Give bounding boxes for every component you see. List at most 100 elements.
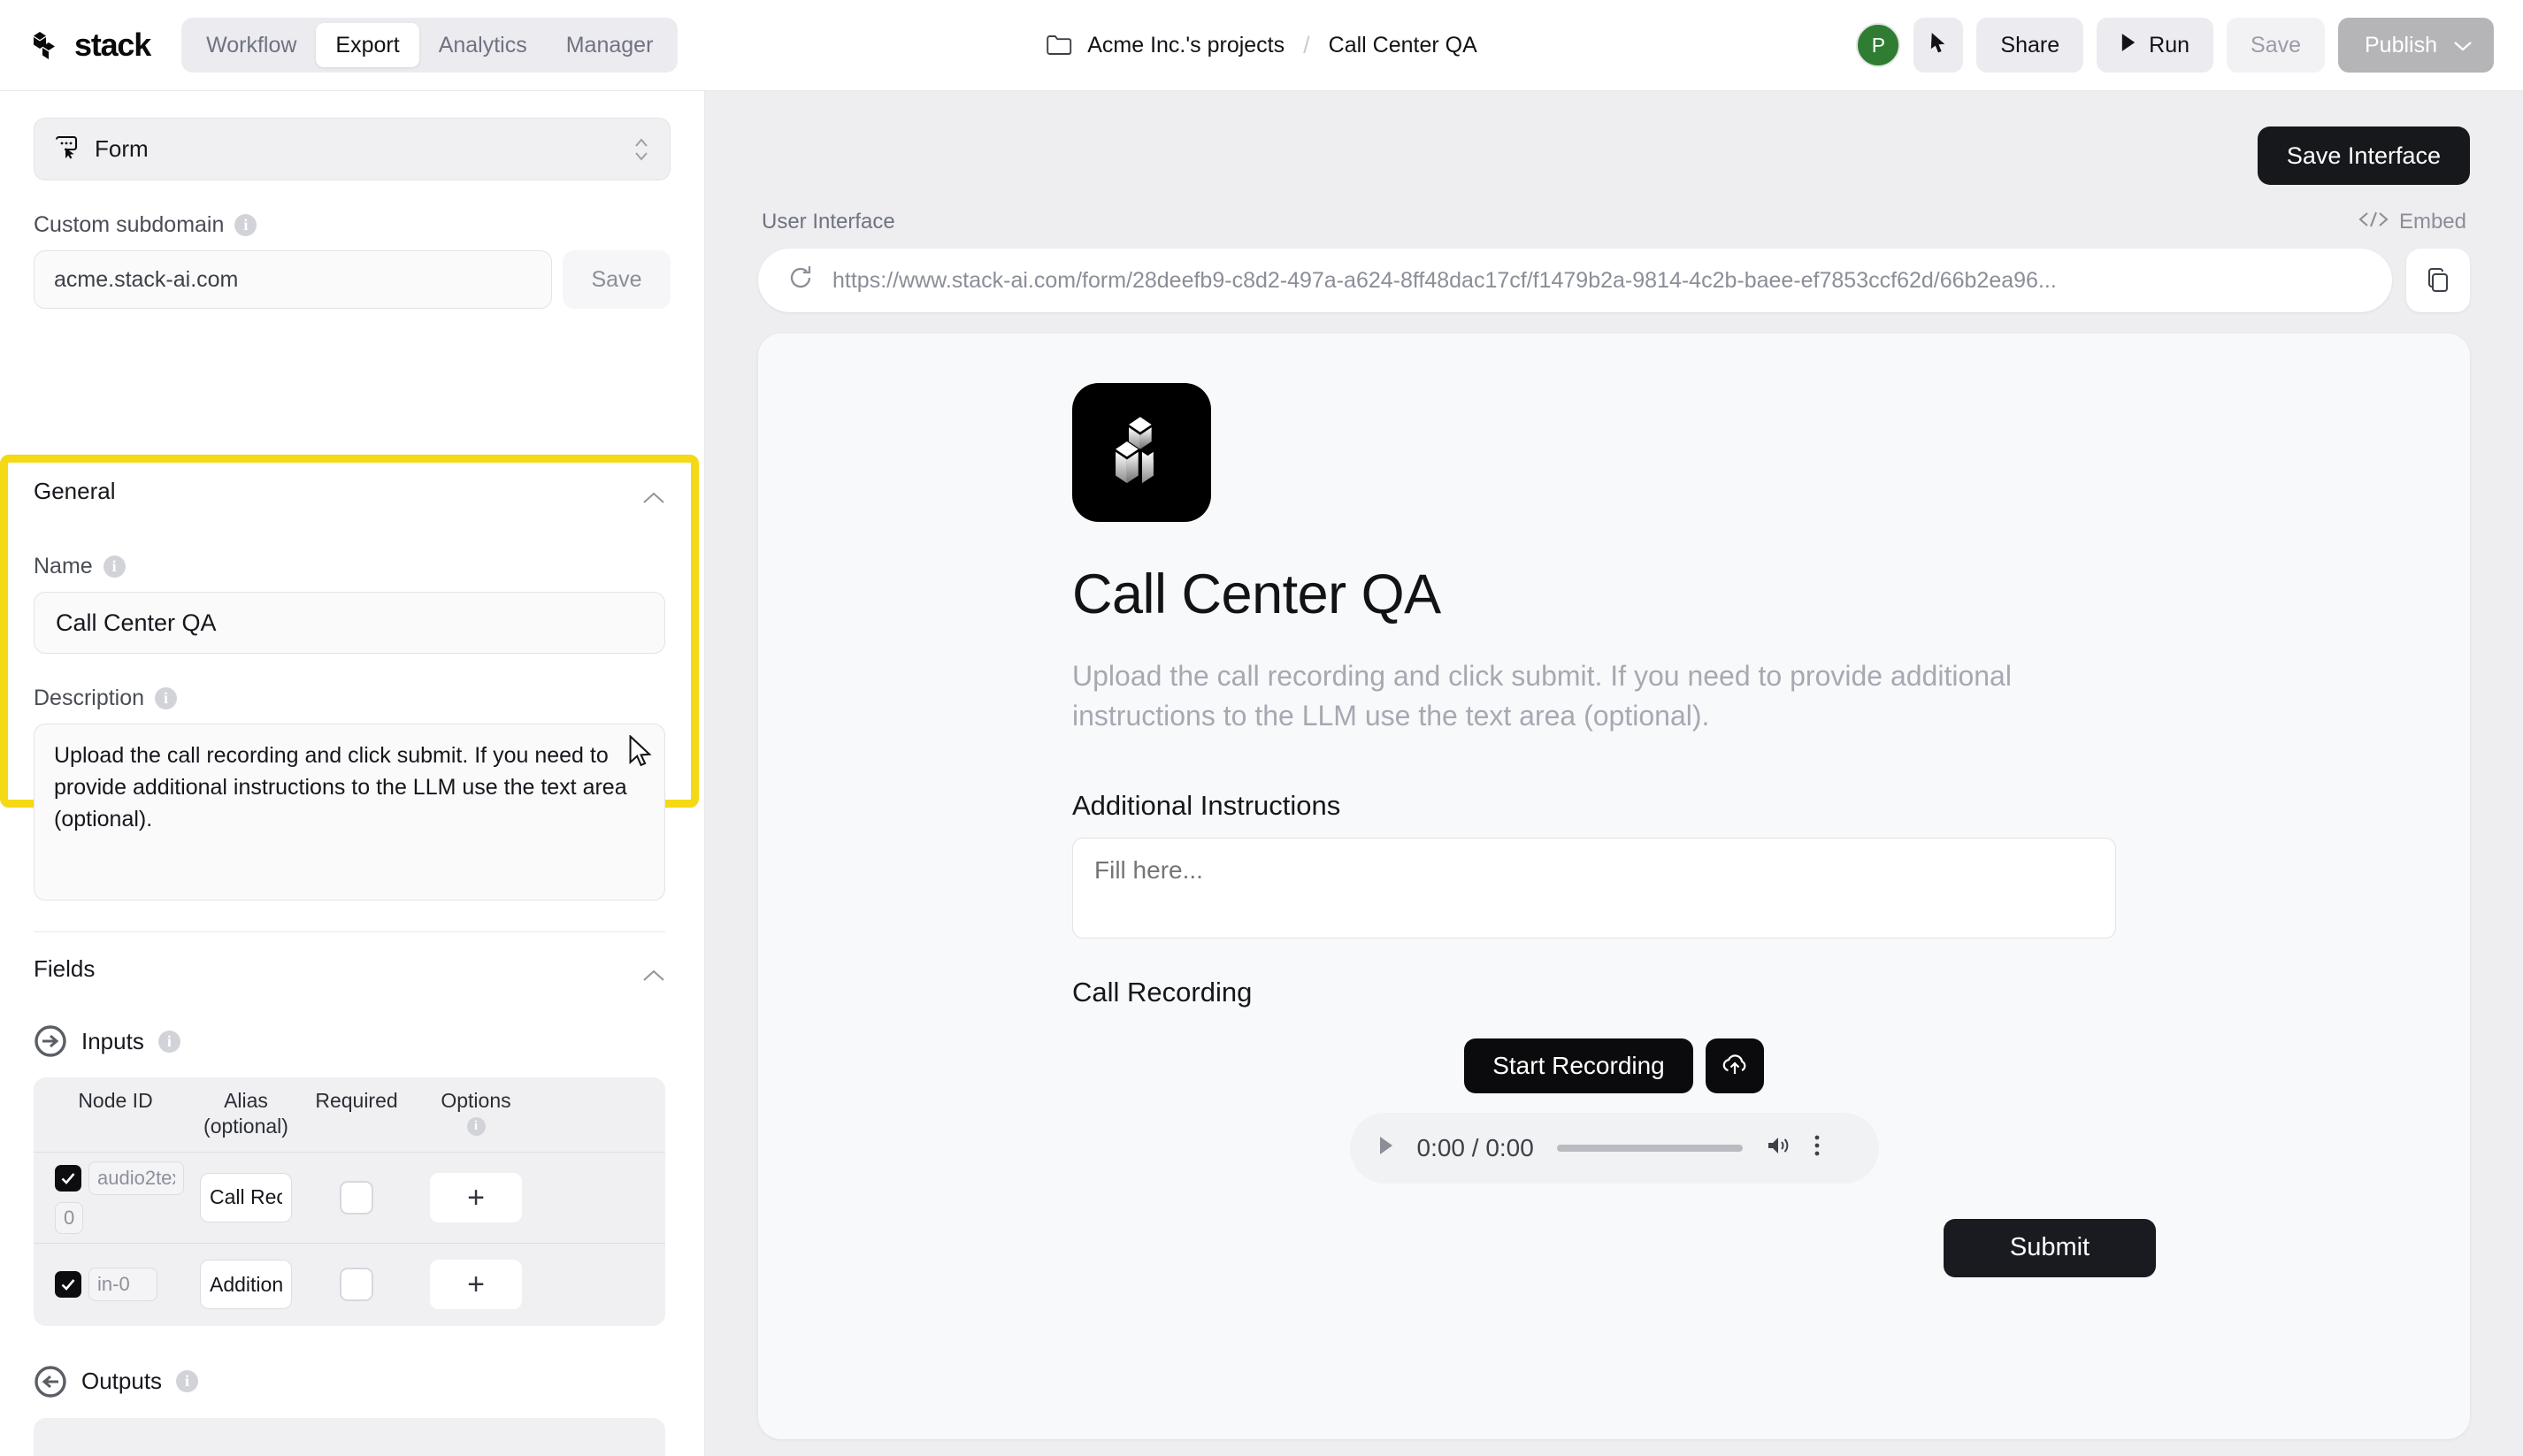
column-alias-sub: (optional) [203,1114,288,1138]
outputs-table-stub [34,1417,665,1456]
info-icon[interactable]: i [466,1116,486,1136]
share-button[interactable]: Share [1976,18,2084,73]
more-options-icon[interactable] [1814,1134,1821,1161]
refresh-icon[interactable] [788,265,813,296]
info-icon[interactable]: i [234,214,257,236]
additional-instructions-label: Additional Instructions [1072,789,1341,821]
form-description: Upload the call recording and click subm… [1072,660,2012,732]
column-alias-main: Alias [224,1089,268,1112]
description-textarea[interactable] [34,724,665,900]
save-interface-button[interactable]: Save Interface [2257,126,2470,185]
sidebar: Form Custom subdomain i Save [0,91,705,1456]
description-label-row: Description i [34,686,665,711]
call-recording-label: Call Recording [1072,976,1253,1008]
outputs-arrow-icon [34,1365,67,1399]
chevron-updown-icon [633,134,650,165]
subdomain-save-button[interactable]: Save [563,250,671,309]
inputs-table: Node ID Alias (optional) Required Option… [34,1077,665,1326]
audio-progress-track[interactable] [1556,1144,1743,1152]
outputs-group-header: Outputs i [34,1365,665,1399]
row-node-cell: 0 [34,1161,197,1234]
inputs-table-header: Node ID Alias (optional) Required Option… [34,1077,665,1152]
user-interface-row: User Interface Embed [758,210,2470,234]
nav-workflow[interactable]: Workflow [187,23,316,67]
general-section-header[interactable]: General [34,460,665,522]
fields-section-header[interactable]: Fields [34,938,665,1000]
row-alias-input[interactable] [200,1172,292,1222]
row-add-option-button[interactable]: + [430,1260,522,1309]
row-node-id-input[interactable] [88,1268,157,1301]
breadcrumb-project[interactable]: Acme Inc.'s projects [1087,33,1285,58]
row-required-cell [295,1268,418,1301]
avatar[interactable]: P [1856,23,1901,67]
chevron-up-icon [642,962,665,981]
inputs-label: Inputs [81,1027,144,1054]
nav-export[interactable]: Export [316,23,419,67]
row-node-id-input[interactable] [88,1161,184,1195]
form-preview-inner: Call Center QA Upload the call recording… [758,383,2470,1277]
submit-button[interactable]: Submit [1944,1218,2156,1277]
name-input[interactable] [34,592,665,654]
cursor-mode-button[interactable] [1913,18,1964,73]
upload-audio-button[interactable] [1705,1038,1764,1093]
row-enabled-checkbox[interactable] [55,1164,81,1192]
row-required-cell [295,1180,418,1215]
breadcrumb: Acme Inc.'s projects / Call Center QA [1046,32,1477,59]
start-recording-button[interactable]: Start Recording [1464,1038,1693,1093]
publish-label: Publish [2365,32,2437,57]
row-required-checkbox[interactable] [340,1268,373,1301]
code-icon [2358,210,2389,234]
recording-controls: Start Recording [1072,1038,2156,1093]
fields-section-title: Fields [34,954,96,982]
column-options-label: Options [441,1089,511,1112]
audio-player[interactable]: 0:00 / 0:00 [1349,1112,1879,1184]
form-title: Call Center QA [1072,563,1441,625]
general-fields-inner: General Name i Description i [0,460,699,1456]
audio-time: 0:00 / 0:00 [1416,1133,1534,1161]
name-label: Name [34,554,93,579]
run-button[interactable]: Run [2097,18,2214,73]
info-icon[interactable]: i [176,1370,199,1392]
brand-logo[interactable]: stack [29,27,151,64]
sidebar-top: Form Custom subdomain i Save [0,91,704,309]
brand-name: stack [74,27,151,63]
copy-url-button[interactable] [2406,249,2470,312]
row-alias-cell [197,1172,295,1222]
save-interface-row: Save Interface [758,91,2470,185]
info-icon[interactable]: i [155,687,178,709]
row-options-cell: + [418,1260,533,1309]
chevron-down-icon [2453,33,2473,58]
row-node-cell [34,1268,197,1301]
row-add-option-button[interactable]: + [430,1172,522,1222]
nav-analytics[interactable]: Analytics [419,23,547,67]
outputs-label: Outputs [81,1368,163,1394]
info-icon[interactable]: i [103,556,126,578]
form-logo [1072,383,1211,522]
custom-subdomain-label: Custom subdomain [34,212,225,237]
top-bar: stack Workflow Export Analytics Manager … [0,0,2523,91]
publish-button[interactable]: Publish [2338,18,2494,73]
body: Form Custom subdomain i Save [0,91,2523,1456]
interface-type-value: Form [95,135,149,162]
additional-instructions-input[interactable] [1072,837,2116,939]
embed-button[interactable]: Embed [2358,210,2466,234]
form-icon [54,134,81,164]
volume-icon[interactable] [1766,1135,1791,1161]
main-nav: Workflow Export Analytics Manager [181,18,679,73]
row-required-checkbox[interactable] [340,1180,373,1215]
interface-type-select[interactable]: Form [34,118,671,180]
copy-icon [2425,266,2451,295]
cloud-upload-icon [1721,1052,1749,1079]
column-alias: Alias (optional) [197,1088,295,1139]
nav-manager[interactable]: Manager [547,23,673,67]
info-icon[interactable]: i [157,1030,180,1053]
breadcrumb-separator: / [1303,31,1310,58]
save-button[interactable]: Save [2227,18,2325,73]
play-icon[interactable] [1378,1136,1394,1160]
form-url-bar[interactable]: https://www.stack-ai.com/form/28deefb9-c… [758,249,2392,312]
row-enabled-checkbox[interactable] [55,1271,81,1298]
row-alias-input[interactable] [200,1260,292,1309]
row-node-id-tail: 0 [55,1201,84,1234]
custom-subdomain-input[interactable] [34,250,552,309]
export-preview-pane: Save Interface User Interface Embed http… [705,91,2523,1456]
